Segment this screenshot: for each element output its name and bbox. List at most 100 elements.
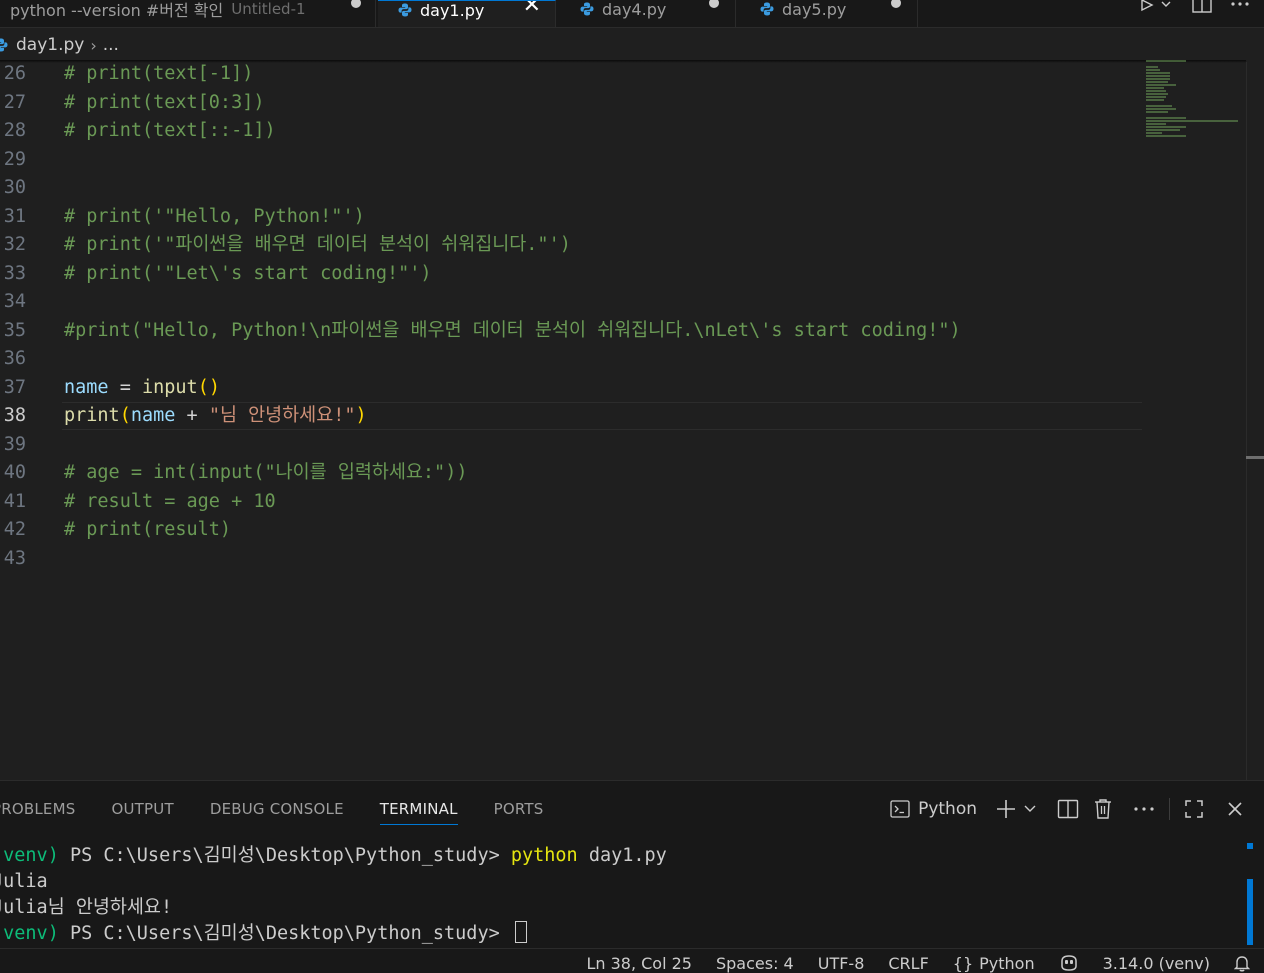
code-text: # print(text[-1])	[64, 63, 254, 84]
tab-description: Untitled-1	[231, 0, 306, 18]
maximize-icon[interactable]	[1184, 799, 1204, 819]
panel-actions: Python	[890, 781, 1244, 837]
token-function: print	[64, 405, 120, 426]
terminal-kind-label: Python	[918, 799, 977, 819]
code-text: # print('"Let\'s start coding!"')	[64, 262, 432, 284]
line-number: 39	[3, 433, 26, 455]
tab-problems[interactable]: PROBLEMS	[0, 781, 75, 837]
chevron-right-icon: ›	[90, 35, 97, 55]
terminal-prompt: PS C:\Users\김미성\Desktop\Python_study>	[58, 845, 511, 866]
indentation[interactable]: Spaces: 4	[704, 948, 806, 973]
line-number: 35	[3, 319, 26, 341]
tab-label: day4.py	[602, 0, 667, 19]
tab-day4-py[interactable]: day4.py	[558, 0, 736, 27]
python-file-icon	[580, 2, 594, 16]
token-bracket: ()	[197, 376, 220, 398]
braces-icon: {}	[952, 953, 974, 973]
minimap[interactable]	[1146, 60, 1246, 150]
python-interpreter[interactable]: 3.14.0 (venv)	[1091, 948, 1222, 973]
code-text: # print('"파이썬을 배우면 데이터 분석이 쉬워집니다."')	[64, 234, 571, 255]
tab-output[interactable]: OUTPUT	[111, 781, 173, 837]
terminal-program-output: Julia님 안녕하세요!	[0, 897, 173, 918]
token-variable: name	[64, 376, 109, 398]
token-function: input	[141, 376, 198, 398]
line-number: 43	[3, 547, 26, 569]
add-icon[interactable]	[995, 798, 1017, 820]
split-terminal-icon[interactable]	[1057, 799, 1079, 819]
code-editor[interactable]: 26 # print(text[-1]) 27 # print(text[0:3])…	[0, 60, 1246, 780]
terminal-cursor	[514, 921, 527, 943]
panel-tab-list: PROBLEMS OUTPUT DEBUG CONSOLE TERMINAL P…	[0, 781, 580, 837]
venv-indicator: (venv)	[0, 923, 59, 944]
tab-day5-py[interactable]: day5.py	[738, 0, 918, 27]
code-line: 27 # print(text[0:3])	[0, 89, 1246, 118]
terminal-line: (venv) PS C:\Users\김미성\Desktop\Python_st…	[0, 921, 667, 947]
terminal-line: Julia님 안녕하세요!	[0, 895, 667, 921]
close-icon[interactable]	[1226, 800, 1244, 818]
ellipsis-icon[interactable]	[1230, 0, 1250, 14]
terminal-selector[interactable]: Python	[890, 799, 977, 819]
line-number: 34	[3, 291, 26, 312]
token-string: "님 안녕하세요!"	[208, 405, 356, 426]
editor-scrollbar[interactable]	[1246, 62, 1264, 780]
line-number: 27	[3, 91, 26, 113]
cursor-position[interactable]: Ln 38, Col 25	[574, 948, 704, 973]
code-line: 42 # print(result)	[0, 516, 1246, 545]
terminal-output[interactable]: (venv) PS C:\Users\김미성\Desktop\Python_st…	[0, 843, 667, 947]
code-line: 43	[0, 545, 1246, 574]
copilot-status[interactable]	[1047, 951, 1091, 972]
line-number: 31	[3, 205, 26, 227]
python-file-icon	[0, 38, 8, 52]
breadcrumb: day1.py › ...	[0, 30, 119, 60]
code-line: 32 # print('"파이썬을 배우면 데이터 분석이 쉬워집니다."')	[0, 231, 1246, 260]
terminal-input-echo: Julia	[0, 871, 48, 892]
trash-icon[interactable]	[1093, 798, 1113, 820]
tab-day1-py[interactable]: day1.py ✕	[378, 0, 556, 27]
line-number: 30	[3, 177, 26, 198]
code-text: # print(text[::-1])	[64, 120, 276, 141]
line-number: 32	[3, 234, 26, 255]
file-encoding[interactable]: UTF-8	[806, 948, 877, 973]
notifications[interactable]	[1222, 951, 1264, 972]
editor-tab-bar: python --version #버전 확인 Untitled-1 day1.…	[0, 0, 1264, 28]
tab-label: day5.py	[782, 0, 847, 19]
breadcrumb-symbols[interactable]: ...	[103, 35, 119, 55]
tab-ports[interactable]: PORTS	[494, 781, 544, 837]
chevron-down-icon[interactable]	[1023, 804, 1037, 814]
breadcrumb-file[interactable]: day1.py	[16, 35, 84, 55]
code-line: 31 # print('"Hello, Python!"')	[0, 203, 1246, 232]
terminal-scrollbar[interactable]	[1247, 843, 1253, 947]
code-line: 33 # print('"Let\'s start coding!"')	[0, 260, 1246, 289]
terminal-args: day1.py	[577, 845, 667, 866]
token-variable: name	[130, 405, 176, 426]
token-operator: =	[108, 376, 142, 398]
tab-label: day1.py	[420, 0, 485, 20]
ellipsis-icon[interactable]	[1133, 805, 1155, 813]
code-text: print(name + "님 안녕하세요!")	[64, 402, 367, 431]
language-mode[interactable]: {} Python	[941, 948, 1047, 973]
python-file-icon	[398, 3, 412, 17]
split-editor-icon[interactable]	[1192, 0, 1212, 14]
status-bar-right: Ln 38, Col 25 Spaces: 4 UTF-8 CRLF {} Pyt…	[574, 949, 1264, 973]
unsaved-dot-icon	[709, 0, 719, 8]
line-ending[interactable]: CRLF	[876, 948, 940, 973]
line-number: 37	[3, 376, 26, 398]
tab-untitled-1[interactable]: python --version #버전 확인 Untitled-1	[0, 0, 376, 27]
play-icon[interactable]	[1140, 0, 1174, 14]
code-line: 37 name = input()	[0, 374, 1246, 403]
close-icon[interactable]: ✕	[523, 1, 541, 17]
editor-toolbar	[1140, 0, 1250, 20]
terminal-scroll-marker	[1247, 843, 1253, 849]
bell-icon	[1234, 956, 1250, 972]
current-code-line: 38 print(name + "님 안녕하세요!")	[0, 402, 1246, 431]
code-text: name = input()	[64, 374, 220, 403]
terminal-scroll-marker	[1247, 879, 1253, 945]
tab-debug-console[interactable]: DEBUG CONSOLE	[210, 781, 344, 837]
tab-terminal[interactable]: TERMINAL	[379, 781, 458, 837]
terminal-prompt: PS C:\Users\김미성\Desktop\Python_study>	[58, 923, 511, 944]
line-number: 29	[3, 148, 26, 170]
code-line: 40 # age = int(input("나이를 입력하세요:"))	[0, 459, 1246, 488]
code-text: #print("Hello, Python!\n파이썬을 배우면 데이터 분석이…	[64, 319, 961, 341]
code-line: 28 # print(text[::-1])	[0, 117, 1246, 146]
terminal-command: python	[510, 845, 578, 866]
